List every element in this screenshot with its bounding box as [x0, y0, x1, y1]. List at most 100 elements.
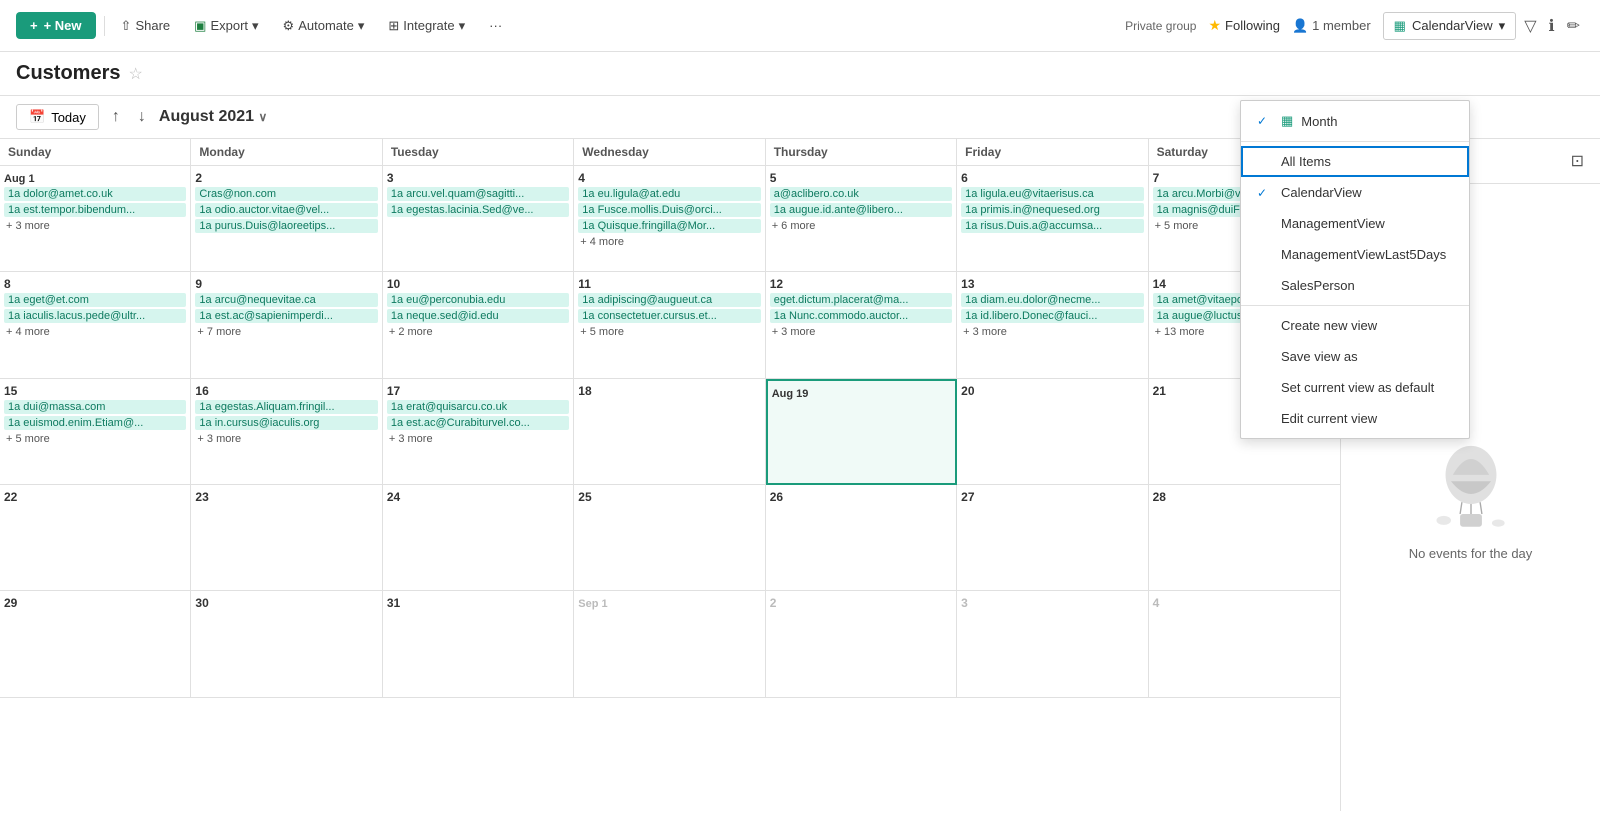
event-item[interactable]: 1a diam.eu.dolor@necme... — [961, 293, 1143, 307]
calendar-cell[interactable]: 26 — [766, 485, 957, 591]
event-item[interactable]: 1a egestas.lacinia.Sed@ve... — [387, 203, 569, 217]
more-link[interactable]: + 2 more — [387, 325, 569, 339]
event-item[interactable]: Cras@non.com — [195, 187, 377, 201]
export-button[interactable]: ▣ Export ▾ — [186, 14, 266, 38]
calendar-cell[interactable]: 20 — [957, 379, 1148, 485]
calendar-cell[interactable]: 31a arcu.vel.quam@sagitti...1a egestas.l… — [383, 166, 574, 272]
calendar-cell[interactable]: Aug 11a dolor@amet.co.uk1a est.tempor.bi… — [0, 166, 191, 272]
calendar-cell[interactable]: 24 — [383, 485, 574, 591]
calendar-cell[interactable]: 2Cras@non.com1a odio.auctor.vitae@vel...… — [191, 166, 382, 272]
event-item[interactable]: 1a Fusce.mollis.Duis@orci... — [578, 203, 760, 217]
calendar-cell[interactable]: 31 — [383, 591, 574, 697]
calendar-cell[interactable]: 22 — [0, 485, 191, 591]
more-link[interactable]: + 4 more — [4, 325, 186, 339]
event-item[interactable]: 1a arcu.vel.quam@sagitti... — [387, 187, 569, 201]
event-item[interactable]: 1a risus.Duis.a@accumsa... — [961, 219, 1143, 233]
calendar-cell[interactable]: 28 — [1149, 485, 1340, 591]
more-link[interactable]: + 5 more — [578, 325, 760, 339]
event-item[interactable]: 1a odio.auctor.vitae@vel... — [195, 203, 377, 217]
dropdown-item-month[interactable]: ✓ ▦ Month — [1241, 105, 1469, 137]
new-button[interactable]: + + New — [16, 12, 96, 39]
calendar-cell[interactable]: 91a arcu@nequevitae.ca1a est.ac@sapienim… — [191, 272, 382, 378]
integrate-button[interactable]: ⊞ Integrate ▾ — [380, 14, 473, 38]
event-item[interactable]: 1a est.ac@Curabiturvel.co... — [387, 416, 569, 430]
calendar-cell[interactable]: 27 — [957, 485, 1148, 591]
event-item[interactable]: 1a id.libero.Donec@fauci... — [961, 309, 1143, 323]
dropdown-item-create-new-view[interactable]: Create new view — [1241, 310, 1469, 341]
calendar-view-button[interactable]: ▦ CalendarView ▾ — [1383, 12, 1517, 40]
calendar-cell[interactable]: 131a diam.eu.dolor@necme...1a id.libero.… — [957, 272, 1148, 378]
info-button[interactable]: ℹ — [1545, 12, 1559, 40]
event-item[interactable]: 1a eu.ligula@at.edu — [578, 187, 760, 201]
event-item[interactable]: 1a erat@quisarcu.co.uk — [387, 400, 569, 414]
side-panel-expand-button[interactable]: ⊡ — [1567, 147, 1588, 175]
calendar-cell[interactable]: 12eget.dictum.placerat@ma...1a Nunc.comm… — [766, 272, 957, 378]
calendar-cell[interactable]: 5a@aclibero.co.uk1a augue.id.ante@libero… — [766, 166, 957, 272]
event-item[interactable]: 1a neque.sed@id.edu — [387, 309, 569, 323]
more-link[interactable]: + 3 more — [770, 325, 952, 339]
event-item[interactable]: 1a iaculis.lacus.pede@ultr... — [4, 309, 186, 323]
event-item[interactable]: 1a arcu@nequevitae.ca — [195, 293, 377, 307]
calendar-cell[interactable]: 25 — [574, 485, 765, 591]
calendar-cell[interactable]: 61a ligula.eu@vitaerisus.ca1a primis.in@… — [957, 166, 1148, 272]
event-item[interactable]: 1a purus.Duis@laoreetips... — [195, 219, 377, 233]
event-item[interactable]: 1a Nunc.commodo.auctor... — [770, 309, 952, 323]
dropdown-item-set-default[interactable]: Set current view as default — [1241, 372, 1469, 403]
calendar-cell[interactable]: 171a erat@quisarcu.co.uk1a est.ac@Curabi… — [383, 379, 574, 485]
edit-button[interactable]: ✏ — [1563, 12, 1584, 40]
event-item[interactable]: 1a eget@et.com — [4, 293, 186, 307]
event-item[interactable]: 1a ligula.eu@vitaerisus.ca — [961, 187, 1143, 201]
dropdown-item-save-view-as[interactable]: Save view as — [1241, 341, 1469, 372]
calendar-cell[interactable]: 4 — [1149, 591, 1340, 697]
dropdown-item-sales-person[interactable]: SalesPerson — [1241, 270, 1469, 301]
event-item[interactable]: 1a adipiscing@augueut.ca — [578, 293, 760, 307]
event-item[interactable]: 1a eu@perconubia.edu — [387, 293, 569, 307]
dropdown-item-all-items[interactable]: All Items — [1241, 146, 1469, 177]
more-link[interactable]: + 3 more — [387, 432, 569, 446]
event-item[interactable]: 1a egestas.Aliquam.fringil... — [195, 400, 377, 414]
calendar-cell[interactable]: 2 — [766, 591, 957, 697]
dropdown-item-edit-view[interactable]: Edit current view — [1241, 403, 1469, 434]
automate-button[interactable]: ⚙ Automate ▾ — [275, 14, 373, 38]
dropdown-item-calendar-view[interactable]: ✓ CalendarView — [1241, 177, 1469, 208]
event-item[interactable]: 1a primis.in@nequesed.org — [961, 203, 1143, 217]
calendar-cell[interactable]: 18 — [574, 379, 765, 485]
calendar-cell[interactable]: 111a adipiscing@augueut.ca1a consectetue… — [574, 272, 765, 378]
calendar-cell[interactable]: 101a eu@perconubia.edu1a neque.sed@id.ed… — [383, 272, 574, 378]
dropdown-item-management-view[interactable]: ManagementView — [1241, 208, 1469, 239]
event-item[interactable]: 1a consectetuer.cursus.et... — [578, 309, 760, 323]
favorite-icon[interactable]: ☆ — [128, 64, 142, 84]
today-button[interactable]: 📅 Today — [16, 104, 99, 130]
more-link[interactable]: + 3 more — [961, 325, 1143, 339]
calendar-cell[interactable]: 23 — [191, 485, 382, 591]
event-item[interactable]: a@aclibero.co.uk — [770, 187, 952, 201]
more-toolbar-button[interactable]: ··· — [481, 14, 510, 37]
more-link[interactable]: + 6 more — [770, 219, 952, 233]
dropdown-item-management-view-last5[interactable]: ManagementViewLast5Days — [1241, 239, 1469, 270]
calendar-cell[interactable]: 161a egestas.Aliquam.fringil...1a in.cur… — [191, 379, 382, 485]
more-link[interactable]: + 5 more — [4, 432, 186, 446]
calendar-cell[interactable]: 29 — [0, 591, 191, 697]
event-item[interactable]: 1a euismod.enim.Etiam@... — [4, 416, 186, 430]
event-item[interactable]: 1a in.cursus@iaculis.org — [195, 416, 377, 430]
share-button[interactable]: ⇧ Share — [113, 14, 179, 38]
event-item[interactable]: eget.dictum.placerat@ma... — [770, 293, 952, 307]
more-link[interactable]: + 4 more — [578, 235, 760, 249]
more-link[interactable]: + 3 more — [4, 219, 186, 233]
next-month-button[interactable]: ↓ — [133, 105, 151, 129]
calendar-cell[interactable]: 3 — [957, 591, 1148, 697]
event-item[interactable]: 1a est.ac@sapienimperdi... — [195, 309, 377, 323]
month-title[interactable]: August 2021 ∨ — [159, 108, 267, 126]
event-item[interactable]: 1a dolor@amet.co.uk — [4, 187, 186, 201]
event-item[interactable]: 1a dui@massa.com — [4, 400, 186, 414]
event-item[interactable]: 1a augue.id.ante@libero... — [770, 203, 952, 217]
calendar-cell[interactable]: 81a eget@et.com1a iaculis.lacus.pede@ult… — [0, 272, 191, 378]
calendar-cell[interactable]: 151a dui@massa.com1a euismod.enim.Etiam@… — [0, 379, 191, 485]
calendar-cell[interactable]: 41a eu.ligula@at.edu1a Fusce.mollis.Duis… — [574, 166, 765, 272]
calendar-cell[interactable]: Aug 19 — [766, 379, 957, 485]
more-link[interactable]: + 7 more — [195, 325, 377, 339]
filter-button[interactable]: ▽ — [1520, 12, 1540, 40]
calendar-cell[interactable]: 30 — [191, 591, 382, 697]
event-item[interactable]: 1a est.tempor.bibendum... — [4, 203, 186, 217]
prev-month-button[interactable]: ↑ — [107, 105, 125, 129]
